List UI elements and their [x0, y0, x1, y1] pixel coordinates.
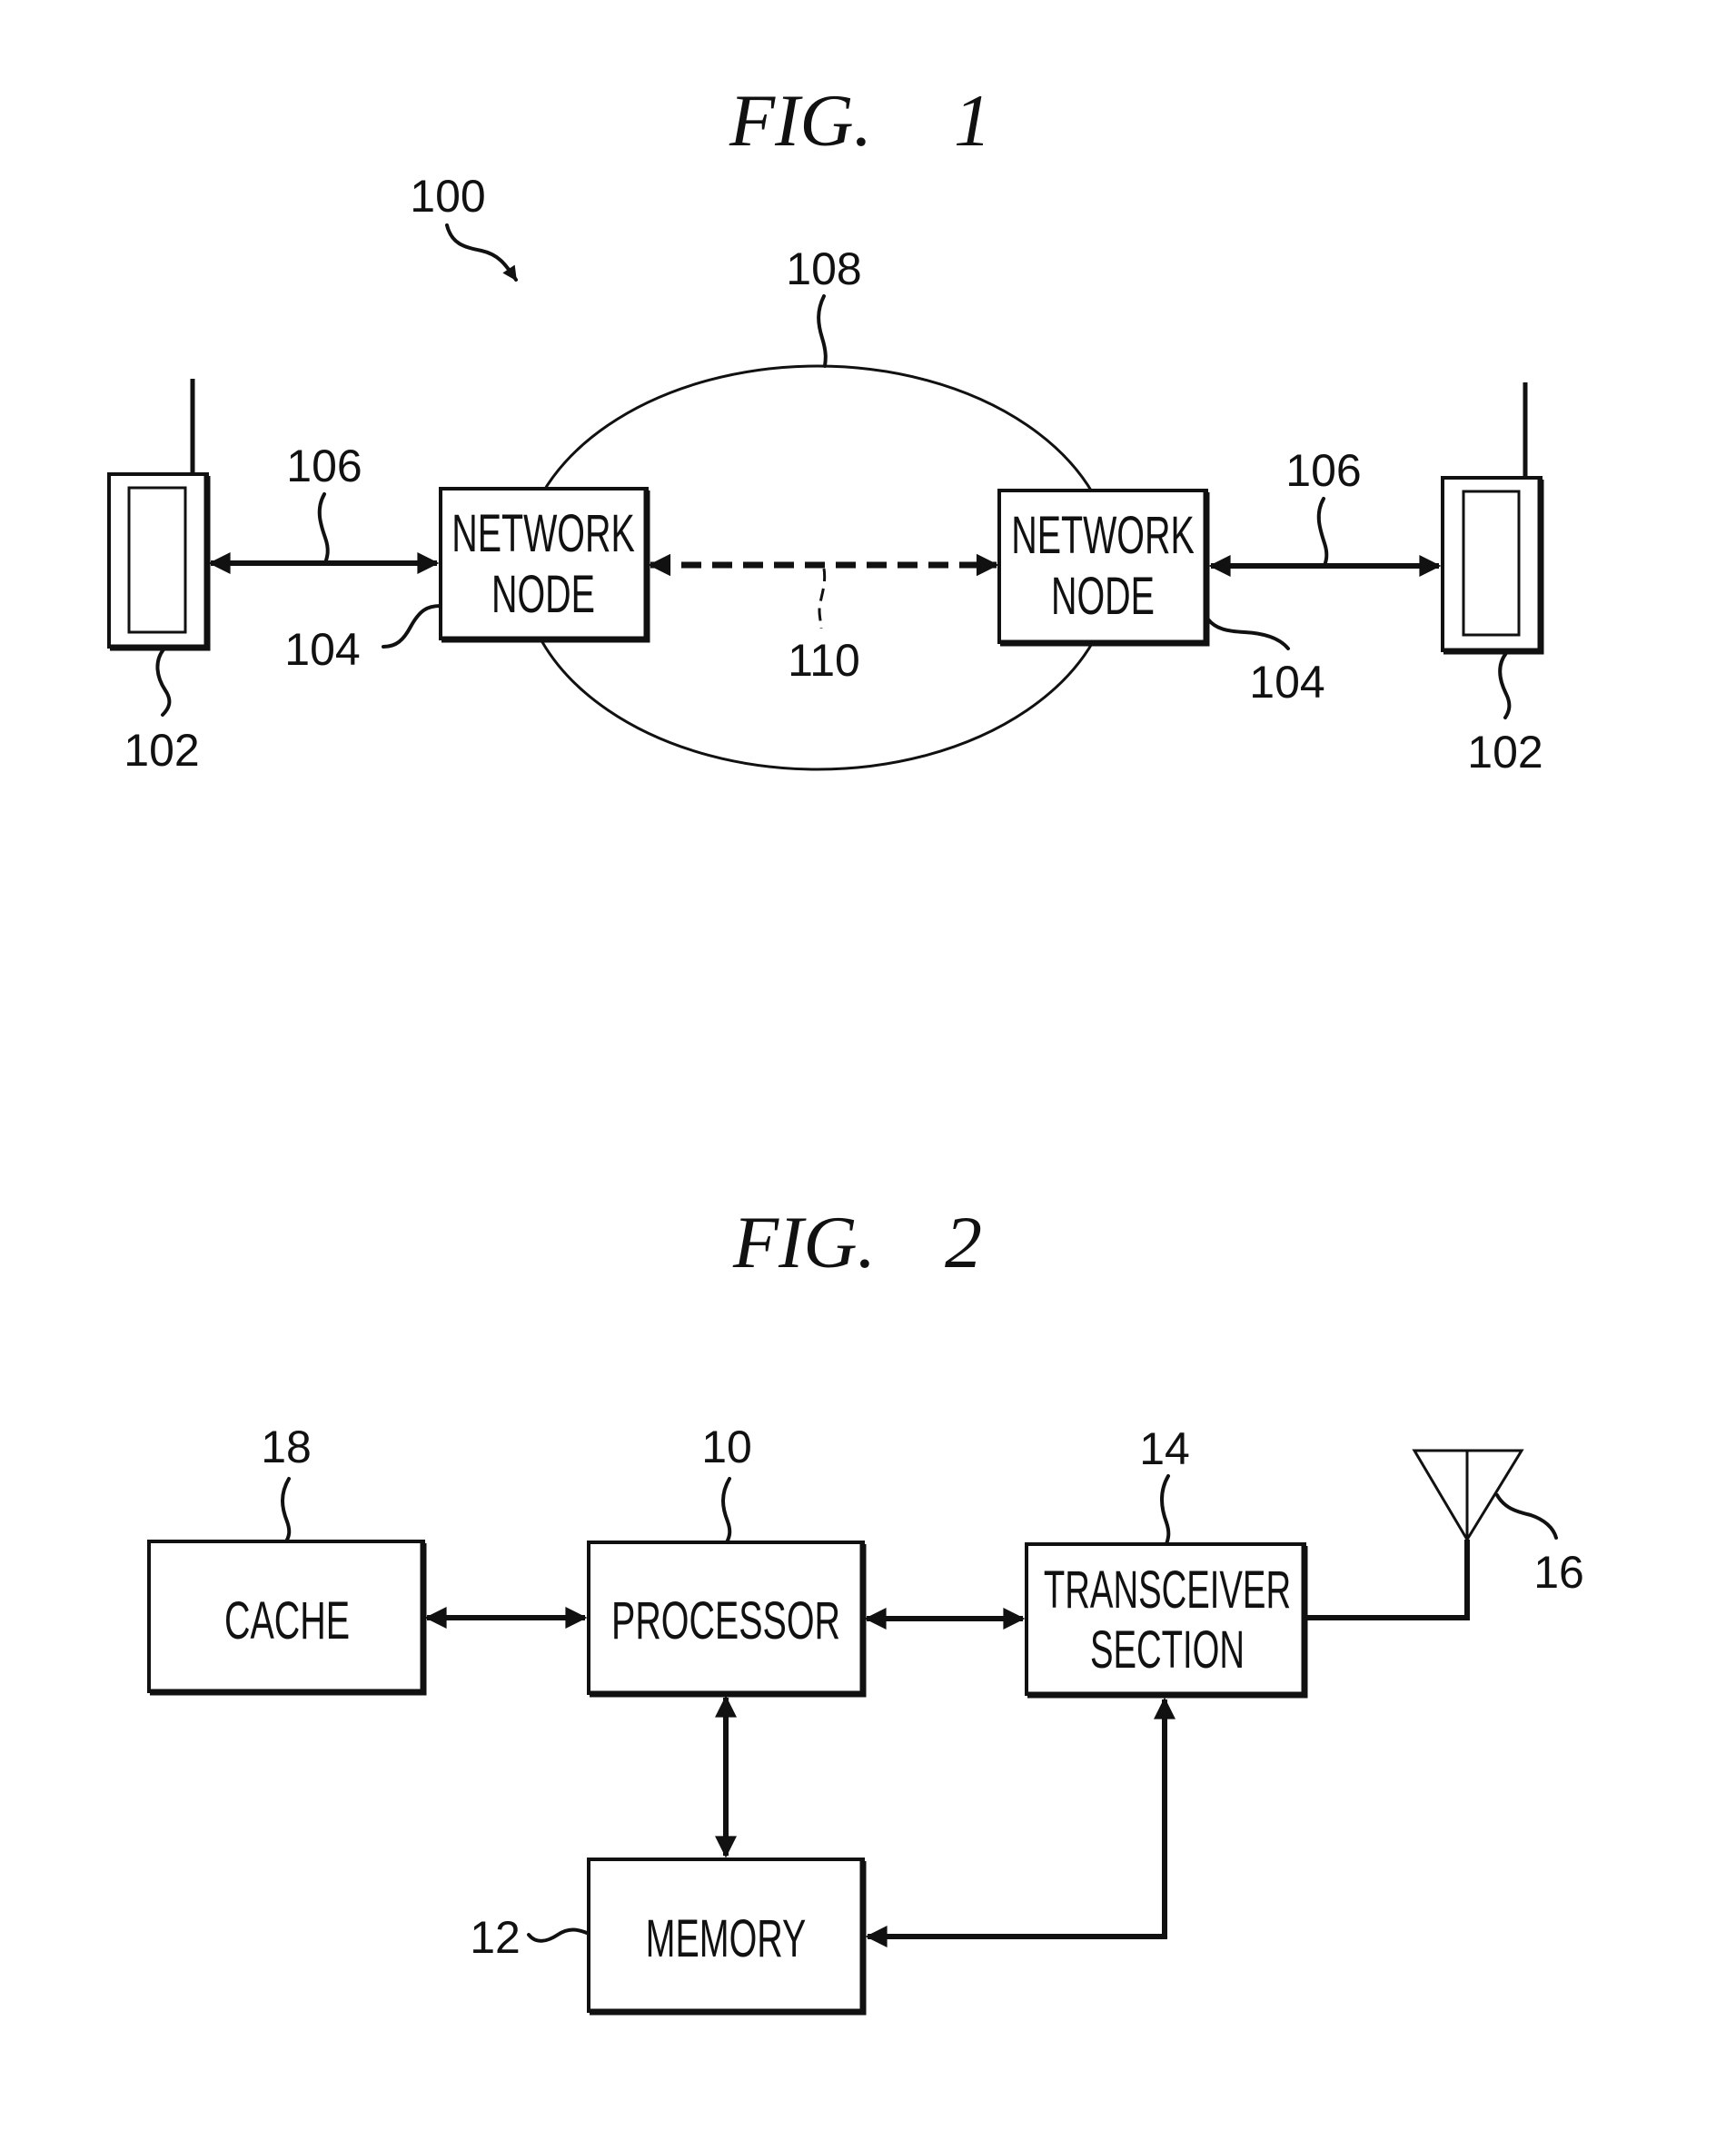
leader-106-left	[317, 492, 330, 565]
network-node-left: NETWORK NODE	[439, 487, 650, 643]
figure-2-title-number: 2	[945, 1201, 982, 1283]
antenna-feed-line	[1304, 1540, 1470, 1620]
ref-label-102-right: 102	[1467, 727, 1543, 778]
leader-110	[818, 568, 827, 629]
node-left-label-line2: NODE	[491, 564, 595, 623]
terminal-left	[107, 379, 211, 651]
block-cache: CACHE	[147, 1540, 427, 1696]
node-right-label-line1: NETWORK	[1011, 505, 1195, 564]
ref-label-100: 100	[410, 171, 485, 222]
processor-label: PROCESSOR	[611, 1590, 840, 1650]
figure-2: FIG. 2 CACHE 18 PROCESSOR 10 TRANSCEIVER…	[147, 1201, 1584, 2016]
patent-drawing-sheet: FIG. 1 100 108 102 106 NETWORK NODE 104 …	[107, 79, 1584, 2016]
figure-2-title-prefix: FIG.	[732, 1201, 876, 1283]
figure-1-title-number: 1	[954, 79, 991, 162]
leader-102-left	[155, 648, 172, 717]
figure-1-title-prefix: FIG.	[729, 79, 872, 162]
leader-102-right	[1498, 651, 1512, 719]
antenna-icon	[1412, 1449, 1524, 1542]
ref-label-106-right: 106	[1285, 445, 1361, 496]
block-transceiver: TRANSCEIVER SECTION	[1025, 1542, 1308, 1699]
node-left-label-line1: NETWORK	[451, 503, 635, 562]
node-right-label-line2: NODE	[1051, 566, 1155, 625]
terminal-body	[1441, 476, 1543, 652]
ref-label-16: 16	[1533, 1547, 1584, 1598]
ref-label-108: 108	[786, 243, 861, 294]
leader-16	[1495, 1493, 1558, 1540]
block-processor: PROCESSOR	[587, 1541, 867, 1698]
terminal-body	[107, 472, 209, 649]
leader-104-right	[1206, 618, 1290, 650]
ref-label-106-left: 106	[286, 441, 362, 491]
ref-label-110: 110	[788, 635, 860, 686]
leader-10	[721, 1477, 732, 1544]
transceiver-label-line1: TRANSCEIVER	[1044, 1561, 1291, 1620]
system-pointer-arrow-icon	[445, 223, 518, 282]
ref-label-104-left: 104	[284, 624, 360, 675]
connector-memory-transceiver	[865, 1697, 1176, 1947]
terminal-right	[1441, 382, 1544, 655]
memory-label: MEMORY	[646, 1908, 807, 1967]
leader-108	[817, 294, 828, 368]
network-node-right: NETWORK NODE	[997, 489, 1210, 647]
ref-label-102-left: 102	[124, 725, 199, 776]
figure-1: FIG. 1 100 108 102 106 NETWORK NODE 104 …	[107, 79, 1544, 778]
leader-106-right	[1316, 497, 1329, 568]
ref-label-12: 12	[470, 1912, 521, 1963]
block-memory: MEMORY	[587, 1858, 867, 2016]
leader-18	[281, 1477, 292, 1543]
cache-label: CACHE	[224, 1590, 350, 1650]
transceiver-label-line2: SECTION	[1090, 1621, 1245, 1679]
ref-label-14: 14	[1139, 1423, 1190, 1474]
leader-104-left	[382, 604, 442, 649]
leader-12	[527, 1927, 589, 1943]
ref-label-104-right: 104	[1249, 657, 1324, 708]
leader-14	[1160, 1474, 1171, 1546]
ref-label-10: 10	[701, 1422, 752, 1472]
ref-label-18: 18	[261, 1422, 312, 1472]
